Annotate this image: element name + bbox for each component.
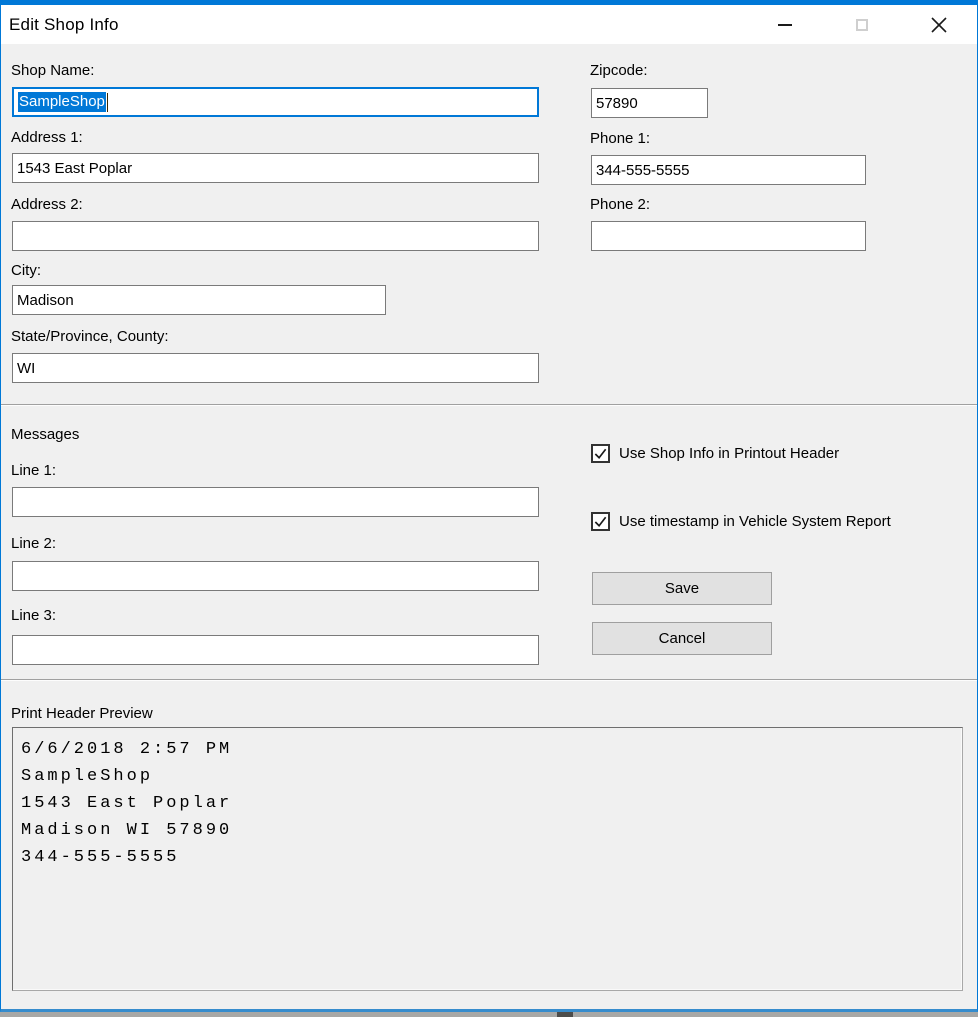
address1-label: Address 1: <box>11 129 83 146</box>
separator <box>1 404 977 405</box>
shop-name-label: Shop Name: <box>11 62 94 79</box>
print-header-preview-box[interactable]: 6/6/2018 2:57 PM SampleShop 1543 East Po… <box>12 727 963 991</box>
cancel-button[interactable]: Cancel <box>592 622 772 655</box>
address2-input[interactable] <box>12 221 539 251</box>
close-icon <box>931 17 947 33</box>
use-shop-info-checkbox[interactable]: Use Shop Info in Printout Header <box>591 444 839 463</box>
titlebar: Edit Shop Info <box>1 5 977 44</box>
line1-input[interactable] <box>12 487 539 517</box>
state-province-county-input[interactable] <box>12 353 539 383</box>
city-input[interactable] <box>12 285 386 315</box>
line3-label: Line 3: <box>11 607 56 624</box>
use-timestamp-checkbox[interactable]: Use timestamp in Vehicle System Report <box>591 512 891 531</box>
desktop-background-detail <box>557 1012 573 1017</box>
checkbox-box[interactable] <box>591 444 610 463</box>
use-timestamp-label[interactable]: Use timestamp in Vehicle System Report <box>619 513 891 530</box>
address1-input[interactable] <box>12 153 539 183</box>
preview-line: 344-555-5555 <box>21 844 962 871</box>
messages-heading: Messages <box>11 426 79 443</box>
phone1-label: Phone 1: <box>590 130 650 147</box>
maximize-button <box>823 5 900 44</box>
zipcode-label: Zipcode: <box>590 62 648 79</box>
desktop-background <box>0 1012 978 1017</box>
phone2-label: Phone 2: <box>590 196 650 213</box>
maximize-icon <box>856 19 868 31</box>
save-button[interactable]: Save <box>592 572 772 605</box>
print-header-preview-heading: Print Header Preview <box>11 705 153 722</box>
preview-line: SampleShop <box>21 763 962 790</box>
check-icon <box>593 446 608 461</box>
preview-line: 1543 East Poplar <box>21 790 962 817</box>
use-shop-info-label[interactable]: Use Shop Info in Printout Header <box>619 445 839 462</box>
edit-shop-info-dialog: Edit Shop Info Shop Name: SampleShop Add… <box>0 0 978 1012</box>
minimize-icon <box>778 24 792 26</box>
shop-name-input[interactable]: SampleShop <box>12 87 539 117</box>
line2-input[interactable] <box>12 561 539 591</box>
line1-label: Line 1: <box>11 462 56 479</box>
phone1-input[interactable] <box>591 155 866 185</box>
line2-label: Line 2: <box>11 535 56 552</box>
close-button[interactable] <box>900 5 977 44</box>
shop-name-selected-text: SampleShop <box>18 92 106 112</box>
address2-label: Address 2: <box>11 196 83 213</box>
caption-buttons <box>746 5 977 44</box>
preview-line: Madison WI 57890 <box>21 817 962 844</box>
line3-input[interactable] <box>12 635 539 665</box>
check-icon <box>593 514 608 529</box>
state-province-county-label: State/Province, County: <box>11 328 169 345</box>
city-label: City: <box>11 262 41 279</box>
zipcode-input[interactable] <box>591 88 708 118</box>
separator <box>1 679 977 680</box>
preview-line: 6/6/2018 2:57 PM <box>21 736 962 763</box>
minimize-button[interactable] <box>746 5 823 44</box>
text-caret <box>107 93 108 112</box>
phone2-input[interactable] <box>591 221 866 251</box>
dialog-body: Shop Name: SampleShop Address 1: Address… <box>1 44 977 1009</box>
checkbox-box[interactable] <box>591 512 610 531</box>
window-title: Edit Shop Info <box>1 15 119 35</box>
